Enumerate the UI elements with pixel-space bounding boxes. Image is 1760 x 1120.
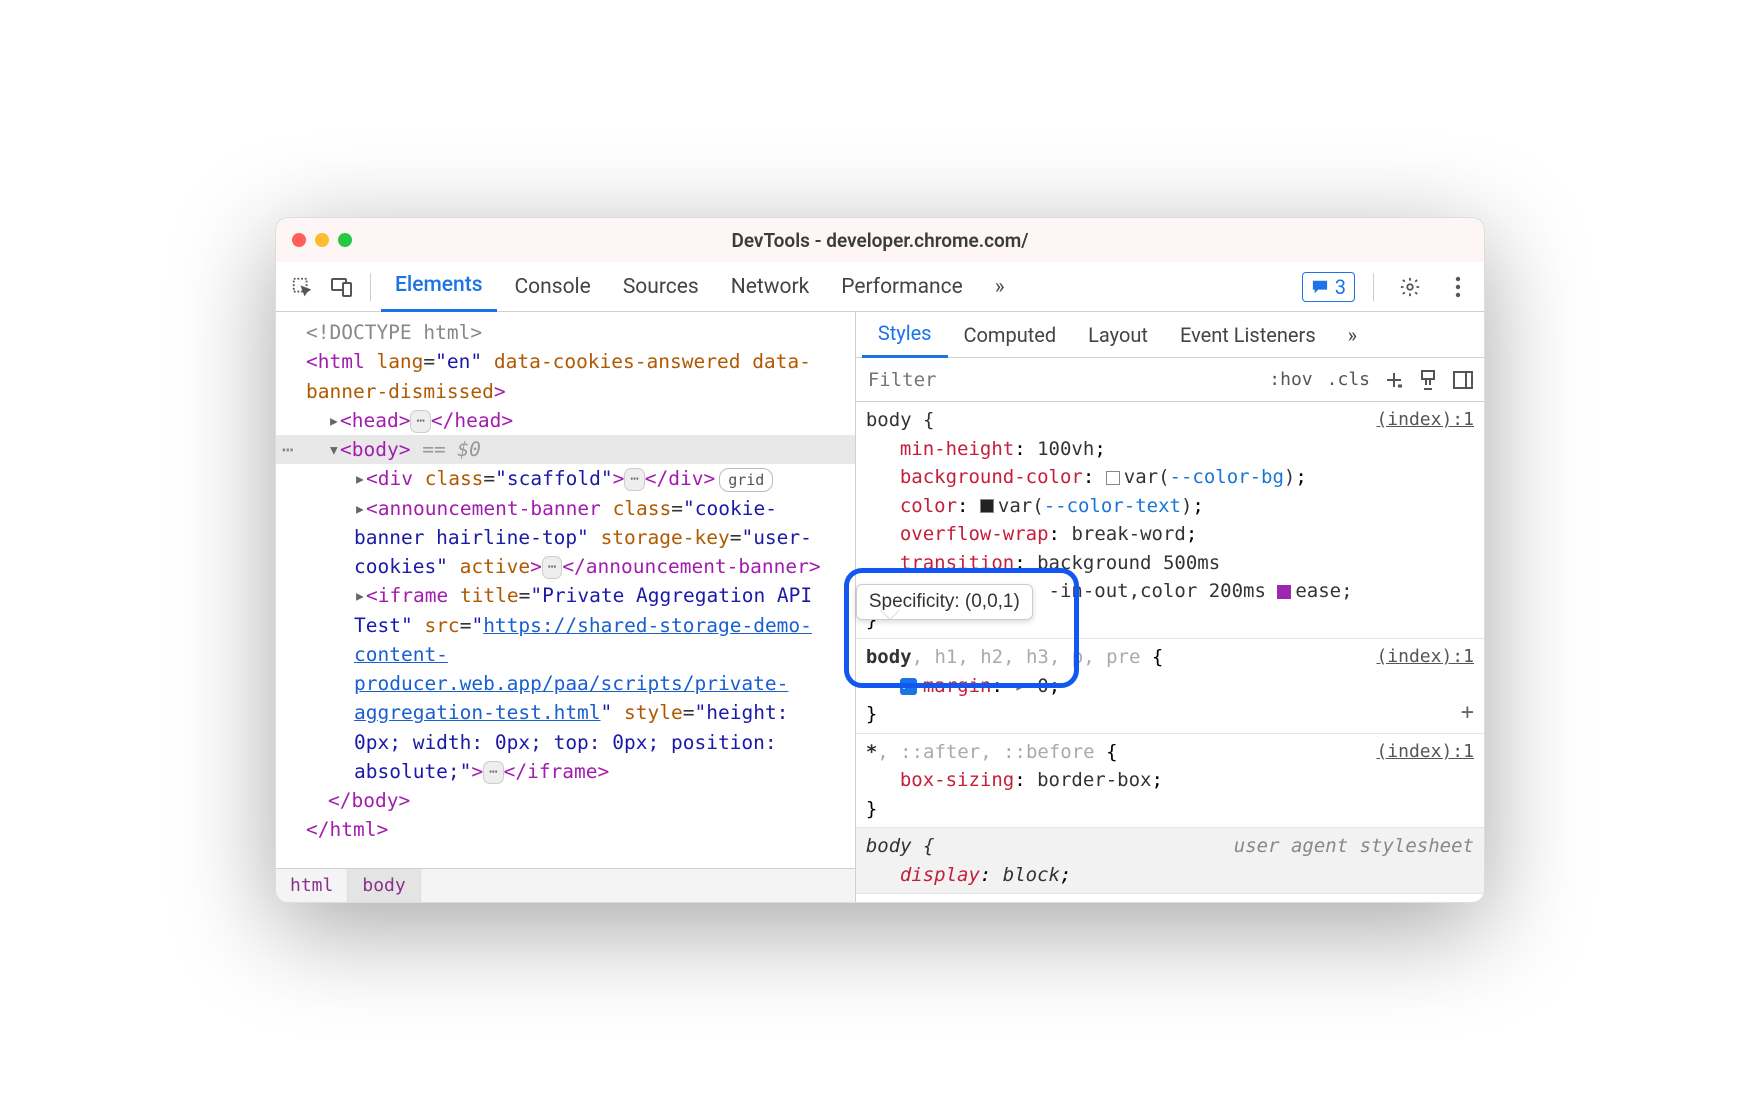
subtab-event-listeners[interactable]: Event Listeners [1164,312,1332,358]
issues-badge[interactable]: 3 [1302,272,1355,302]
prop-checkbox[interactable] [900,678,917,695]
window-title: DevTools - developer.chrome.com/ [276,229,1484,252]
style-rule-ua: body { user agent stylesheet display: bl… [856,828,1484,894]
ellipsis-icon[interactable]: ⋯ [542,556,562,579]
more-menu-icon[interactable] [1440,269,1476,305]
inspect-icon[interactable] [284,269,320,305]
selector: body [866,646,912,668]
devtools-window: DevTools - developer.chrome.com/ Element… [275,217,1485,903]
doctype: <!DOCTYPE html> [306,321,482,344]
selector: body { [866,409,935,431]
new-rule-icon[interactable] [1384,370,1404,390]
elements-pane: <!DOCTYPE html> <html lang="en" data-coo… [276,312,856,902]
rule-close: } [866,795,1474,824]
tooltip-text: Specificity: (0,0,1) [869,591,1020,612]
source-link[interactable]: (index):1 [1376,738,1474,765]
subtab-layout[interactable]: Layout [1072,312,1164,358]
styles-pane: Styles Computed Layout Event Listeners »… [856,312,1484,902]
tab-performance[interactable]: Performance [827,262,976,312]
tab-more[interactable]: » [981,262,1019,312]
breadcrumb-body[interactable]: body [348,869,420,902]
titlebar: DevTools - developer.chrome.com/ [276,218,1484,262]
brush-icon[interactable] [1418,369,1438,391]
style-rule-body-group[interactable]: body, h1, h2, h3, p, pre { (index):1 mar… [856,639,1484,734]
ellipsis-icon[interactable]: ⋯ [410,410,430,433]
rule-close: } [866,700,1474,729]
styles-subtabs: Styles Computed Layout Event Listeners » [856,312,1484,358]
dom-selected-body[interactable]: ▾<body> == $0 [276,435,855,464]
subtab-more[interactable]: » [1332,312,1373,358]
filter-bar: :hov .cls [856,358,1484,402]
issues-count: 3 [1335,275,1346,299]
tab-sources[interactable]: Sources [609,262,713,312]
bezier-swatch[interactable] [1277,585,1291,599]
tab-network[interactable]: Network [717,262,824,312]
tab-elements[interactable]: Elements [381,262,497,312]
subtab-styles[interactable]: Styles [862,312,948,358]
tab-console[interactable]: Console [501,262,605,312]
settings-icon[interactable] [1392,269,1428,305]
filter-input[interactable] [856,369,1259,391]
style-rule-universal[interactable]: *, ::after, ::before { (index):1 box-siz… [856,734,1484,829]
ellipsis-icon[interactable]: ⋯ [624,468,644,491]
separator [370,273,371,301]
separator [1373,273,1374,301]
issues-icon [1311,279,1329,295]
dom-tree[interactable]: <!DOCTYPE html> <html lang="en" data-coo… [276,312,855,868]
side-panel-icon[interactable] [1452,370,1474,390]
color-swatch[interactable] [1106,471,1120,485]
add-property-icon[interactable]: + [1461,696,1474,729]
color-swatch[interactable] [980,499,994,513]
specificity-tooltip: Specificity: (0,0,1) [856,584,1033,620]
source-link[interactable]: (index):1 [1376,643,1474,670]
ellipsis-icon[interactable]: ⋯ [483,761,503,784]
styles-rules: body { (index):1 min-height: 100vh; back… [856,402,1484,902]
source-link[interactable]: (index):1 [1376,406,1474,433]
ua-stylesheet-label: user agent stylesheet [1234,832,1474,861]
main-toolbar: Elements Console Sources Network Perform… [276,262,1484,312]
split-panes: <!DOCTYPE html> <html lang="en" data-coo… [276,312,1484,902]
breadcrumb-html[interactable]: html [276,869,348,902]
subtab-computed[interactable]: Computed [948,312,1073,358]
cls-toggle[interactable]: .cls [1327,369,1370,390]
hov-toggle[interactable]: :hov [1269,369,1312,390]
breadcrumb: html body [276,868,855,902]
grid-badge[interactable]: grid [719,468,773,493]
device-toggle-icon[interactable] [324,269,360,305]
